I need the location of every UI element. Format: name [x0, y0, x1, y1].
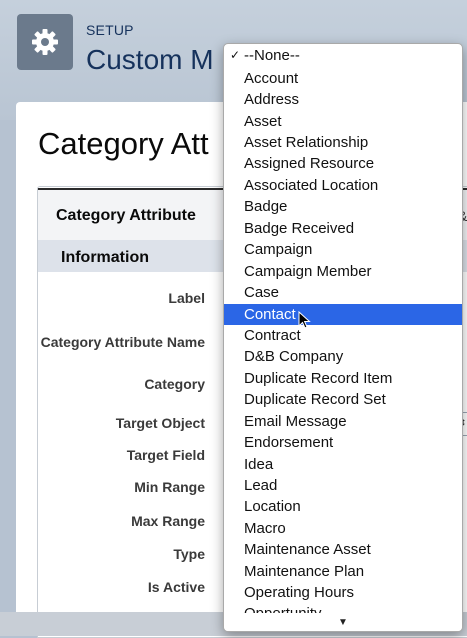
dropdown-option[interactable]: Email Message — [224, 411, 462, 432]
field-label-target-field: Target Field — [126, 447, 205, 463]
dropdown-option[interactable]: Asset — [224, 111, 462, 132]
field-label-min-range: Min Range — [134, 479, 205, 495]
field-label-is-active: Is Active — [147, 579, 205, 595]
checkmark-icon: ✓ — [230, 48, 241, 62]
dropdown-option[interactable]: Idea — [224, 454, 462, 475]
page-title: Custom M — [86, 44, 214, 75]
dropdown-option[interactable]: Duplicate Record Item — [224, 368, 462, 389]
dropdown-option-highlighted[interactable]: Contact — [224, 304, 462, 325]
dropdown-option[interactable]: Lead — [224, 475, 462, 496]
dropdown-option[interactable]: Case — [224, 282, 462, 303]
dropdown-option[interactable]: Contract — [224, 325, 462, 346]
dropdown-option[interactable]: Badge — [224, 196, 462, 217]
dropdown-option[interactable]: Maintenance Plan — [224, 561, 462, 582]
dropdown-option[interactable]: Associated Location — [224, 175, 462, 196]
dropdown-option[interactable]: Address — [224, 89, 462, 110]
dropdown-option[interactable]: Badge Received — [224, 218, 462, 239]
dropdown-option[interactable]: Assigned Resource — [224, 153, 462, 174]
dropdown-option[interactable]: Maintenance Asset — [224, 539, 462, 560]
field-label-target-object: Target Object — [115, 415, 205, 431]
record-title: Category Att — [38, 126, 209, 161]
scroll-down-icon[interactable]: ▼ — [224, 615, 462, 631]
section-title: Information — [61, 249, 149, 266]
target-object-dropdown[interactable]: ✓ --None-- Account Address Asset Asset Re… — [223, 43, 463, 632]
dropdown-option[interactable]: Campaign — [224, 239, 462, 260]
field-label-label: Label — [168, 290, 205, 306]
detail-header-title: Category Attribute — [56, 207, 196, 224]
setup-label: SETUP — [86, 22, 134, 38]
dropdown-option[interactable]: Macro — [224, 518, 462, 539]
dropdown-option[interactable]: Location — [224, 496, 462, 517]
field-label-category: Category — [144, 376, 205, 392]
dropdown-option[interactable]: Asset Relationship — [224, 132, 462, 153]
field-label-max-range: Max Range — [131, 513, 205, 529]
field-label-category-attribute-name: Category Attribute Name — [40, 334, 205, 350]
dropdown-option[interactable]: Endorsement — [224, 432, 462, 453]
mouse-pointer-icon — [298, 311, 311, 329]
dropdown-option[interactable]: Operating Hours — [224, 582, 462, 603]
setup-gear-icon — [17, 14, 73, 70]
dropdown-option[interactable]: ✓ --None-- — [224, 45, 462, 66]
field-label-type: Type — [173, 546, 205, 562]
dropdown-option[interactable]: Campaign Member — [224, 261, 462, 282]
dropdown-option[interactable]: Duplicate Record Set — [224, 389, 462, 410]
gear-icon — [32, 29, 58, 55]
dropdown-option[interactable]: D&B Company — [224, 346, 462, 367]
dropdown-option[interactable]: Account — [224, 68, 462, 89]
